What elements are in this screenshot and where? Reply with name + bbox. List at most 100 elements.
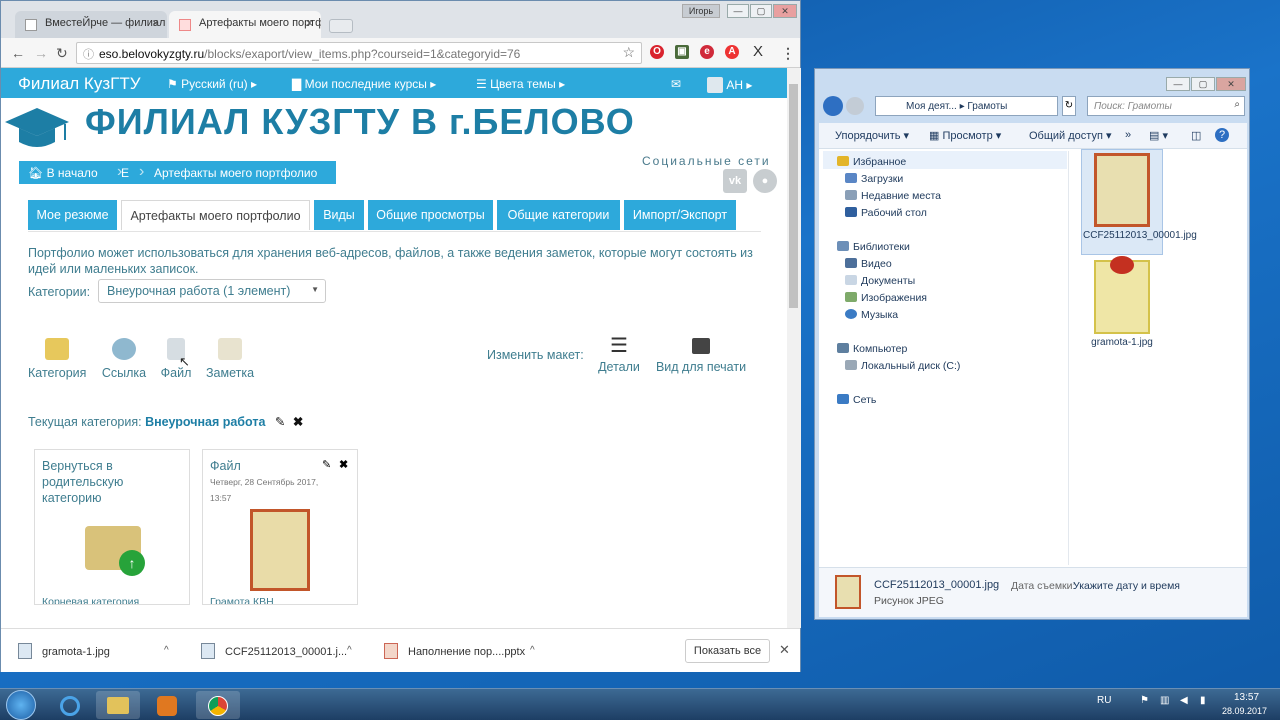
- chevron-up-icon[interactable]: ^: [164, 645, 169, 656]
- download-item[interactable]: gramota-1.jpg ^: [18, 639, 176, 663]
- download-item[interactable]: Наполнение пор....pptx ^: [384, 639, 542, 663]
- edit-icon[interactable]: ✎: [322, 458, 331, 471]
- menu-icon[interactable]: ⋮: [781, 45, 795, 62]
- minimize-button[interactable]: —: [727, 4, 749, 18]
- delete-icon[interactable]: ✖: [293, 415, 303, 429]
- taskbar-media-player[interactable]: [145, 691, 189, 719]
- user-badge[interactable]: Игорь: [682, 4, 720, 18]
- chevron-up-icon[interactable]: ^: [347, 645, 352, 656]
- tree-item[interactable]: Документы: [845, 275, 915, 287]
- close-icon[interactable]: ×: [306, 16, 313, 30]
- tab-inactive[interactable]: ВместеЙрче — филиал К ×: [15, 11, 167, 38]
- mail-icon[interactable]: ✉: [671, 77, 681, 91]
- tray-power-icon[interactable]: ▮: [1200, 695, 1206, 706]
- taskbar-explorer[interactable]: [96, 691, 140, 719]
- tree-item[interactable]: Музыка: [845, 309, 898, 321]
- clock-date[interactable]: 28.09.2017: [1222, 706, 1267, 716]
- tree-libraries[interactable]: Библиотеки: [837, 241, 910, 253]
- extension-icon[interactable]: e: [700, 45, 714, 59]
- tab-resume[interactable]: Мое резюме: [28, 200, 117, 230]
- theme-colors-menu[interactable]: ☰ Цвета темы ▸: [476, 77, 565, 91]
- tray-flag-icon[interactable]: ⚑: [1140, 695, 1149, 706]
- close-icon[interactable]: ✕: [779, 642, 790, 658]
- breadcrumb-home[interactable]: 🏠︎ В начало: [28, 166, 98, 180]
- tab-active[interactable]: Артефакты моего портф ×: [169, 11, 321, 38]
- bookmark-star-icon[interactable]: ☆: [622, 44, 635, 61]
- tab-shared-categories[interactable]: Общие категории: [497, 200, 620, 230]
- start-button[interactable]: [6, 690, 36, 720]
- tray-volume-icon[interactable]: ◀: [1180, 695, 1188, 706]
- taskbar-ie[interactable]: [48, 691, 92, 719]
- details-date-value[interactable]: Укажите дату и время: [1073, 580, 1180, 592]
- details-view-button[interactable]: ☰ Детали: [597, 336, 641, 374]
- edit-icon[interactable]: ✎: [275, 415, 285, 429]
- tab-views[interactable]: Виды: [314, 200, 364, 230]
- tree-computer[interactable]: Компьютер: [837, 343, 907, 355]
- file-thumbnail[interactable]: [1094, 153, 1150, 227]
- page-scrollbar[interactable]: [787, 68, 801, 628]
- vk-icon[interactable]: vk: [723, 169, 747, 193]
- view-button[interactable]: ▦ Просмотр ▾: [929, 129, 1001, 142]
- view-mode-icon[interactable]: ▤ ▾: [1149, 129, 1168, 142]
- add-link-action[interactable]: Ссылка: [101, 338, 147, 380]
- path-segment[interactable]: Моя деят...: [906, 101, 957, 112]
- print-view-button[interactable]: Вид для печати: [655, 336, 747, 374]
- path-bar[interactable]: Моя деят... ▸ Грамоты: [875, 96, 1058, 116]
- help-icon[interactable]: ?: [1215, 128, 1229, 142]
- language-indicator[interactable]: RU: [1097, 695, 1111, 706]
- download-item[interactable]: CCF25112013_00001.j... ^: [201, 639, 359, 663]
- tree-item[interactable]: Изображения: [845, 292, 927, 304]
- file-name[interactable]: gramota-1.jpg: [1083, 337, 1161, 348]
- tab-import-export[interactable]: Импорт/Экспорт: [624, 200, 736, 230]
- tree-favorites[interactable]: Избранное: [837, 156, 906, 168]
- tree-item[interactable]: Загрузки: [845, 173, 903, 185]
- tab-shared-views[interactable]: Общие просмотры: [368, 200, 493, 230]
- more-icon[interactable]: »: [1125, 129, 1131, 141]
- organize-button[interactable]: Упорядочить ▾: [835, 129, 909, 142]
- show-all-button[interactable]: Показать все: [685, 639, 770, 663]
- language-menu[interactable]: ⚑ Русский (ru) ▸: [167, 77, 257, 91]
- extension-icon[interactable]: ▣: [675, 45, 689, 59]
- chevron-up-icon[interactable]: ^: [530, 645, 535, 656]
- close-window-button[interactable]: ✕: [773, 4, 797, 18]
- search-input[interactable]: Поиск: Грамоты ⌕: [1087, 96, 1245, 116]
- tree-item[interactable]: Рабочий стол: [845, 207, 927, 219]
- breadcrumb-current[interactable]: Артефакты моего портфолио: [154, 166, 317, 180]
- back-icon[interactable]: [823, 96, 843, 116]
- opera-extension-icon[interactable]: O: [650, 45, 664, 59]
- extension-x-icon[interactable]: X: [753, 43, 763, 60]
- scrollbar-thumb[interactable]: [789, 84, 798, 308]
- globe-icon[interactable]: ●: [753, 169, 777, 193]
- delete-icon[interactable]: ✖: [339, 458, 348, 471]
- parent-category-card[interactable]: Вернуться в родительскую категорию ↑ Кор…: [34, 449, 190, 605]
- my-courses-menu[interactable]: ▇ Мои последние курсы ▸: [292, 77, 436, 91]
- reload-icon[interactable]: ↻: [56, 45, 68, 62]
- tree-item[interactable]: Локальный диск (C:): [845, 360, 960, 372]
- category-select[interactable]: Внеурочная работа (1 элемент) ▼: [98, 279, 326, 303]
- url-bar[interactable]: ⓘ eso.belovokyzgty.ru/blocks/exaport/vie…: [76, 42, 642, 64]
- add-category-action[interactable]: Категория: [28, 338, 86, 380]
- file-card[interactable]: Файл ✎ ✖ Четверг, 28 Сентябрь 2017, 13:5…: [202, 449, 358, 605]
- close-icon[interactable]: ×: [152, 16, 159, 30]
- minimize-button[interactable]: —: [1166, 77, 1190, 91]
- share-button[interactable]: Общий доступ ▾: [1029, 129, 1111, 142]
- tab-artifacts[interactable]: Артефакты моего портфолио: [121, 200, 310, 230]
- path-segment[interactable]: Грамоты: [967, 101, 1007, 112]
- maximize-button[interactable]: ▢: [1191, 77, 1215, 91]
- site-brand[interactable]: Филиал КузГТУ: [18, 74, 141, 94]
- file-name[interactable]: CCF25112013_00001.jpg: [1083, 230, 1197, 241]
- maximize-button[interactable]: ▢: [750, 4, 772, 18]
- add-note-action[interactable]: Заметка: [205, 338, 255, 380]
- preview-pane-icon[interactable]: ◫: [1191, 129, 1201, 142]
- taskbar-chrome[interactable]: [196, 691, 240, 719]
- adblock-icon[interactable]: A: [725, 45, 739, 59]
- breadcrumb-item[interactable]: Е: [121, 166, 129, 180]
- refresh-icon[interactable]: ↻: [1062, 96, 1076, 116]
- tree-item[interactable]: Видео: [845, 258, 892, 270]
- tree-item[interactable]: Недавние места: [845, 190, 941, 202]
- tray-network-icon[interactable]: ▥: [1160, 695, 1169, 706]
- forward-icon[interactable]: [846, 97, 864, 115]
- info-icon[interactable]: ⓘ: [83, 46, 94, 62]
- tree-network[interactable]: Сеть: [837, 394, 876, 406]
- forward-icon[interactable]: →: [34, 45, 48, 61]
